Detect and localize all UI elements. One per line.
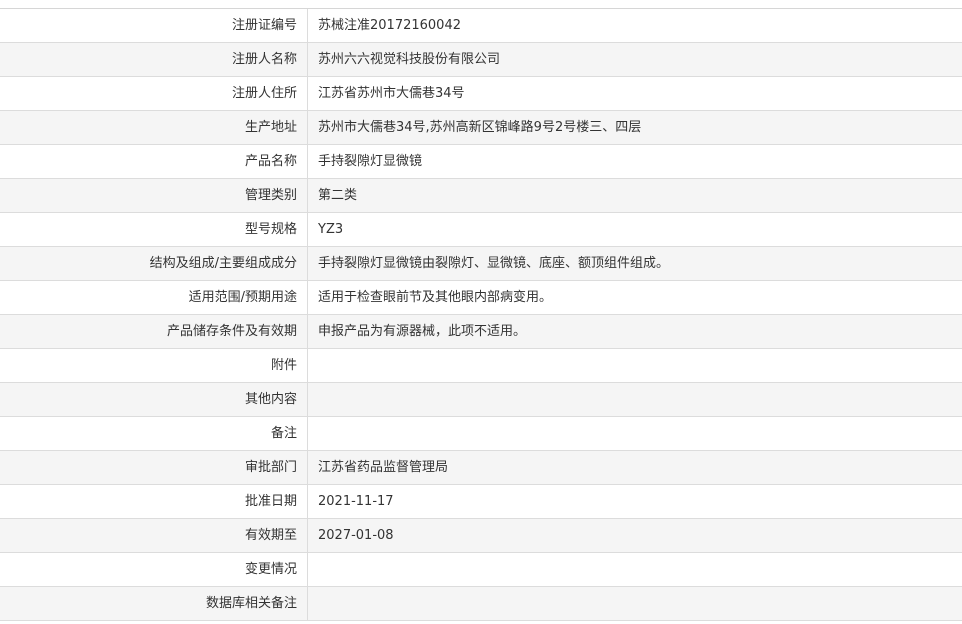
table-row: 变更情况 bbox=[0, 553, 962, 587]
table-row: 其他内容 bbox=[0, 383, 962, 417]
row-label: 批准日期 bbox=[244, 494, 297, 509]
row-label: 产品储存条件及有效期 bbox=[166, 324, 297, 339]
table-row: 结构及组成/主要组成成分 手持裂隙灯显微镜由裂隙灯、显微镜、底座、额顶组件组成。 bbox=[0, 247, 962, 281]
table-row: 审批部门 江苏省药品监督管理局 bbox=[0, 451, 962, 485]
row-label: 型号规格 bbox=[244, 222, 297, 237]
registration-detail-table: 注册证编号 苏械注准20172160042 注册人名称 苏州六六视觉科技股份有限… bbox=[0, 0, 962, 624]
table-row: 附件 bbox=[0, 349, 962, 383]
row-label: 有效期至 bbox=[244, 528, 297, 543]
row-label: 注册人住所 bbox=[231, 86, 297, 101]
row-label: 结构及组成/主要组成成分 bbox=[149, 256, 297, 271]
table-row: 适用范围/预期用途 适用于检查眼前节及其他眼内部病变用。 bbox=[0, 281, 962, 315]
row-value: 适用于检查眼前节及其他眼内部病变用。 bbox=[318, 290, 553, 305]
table-row: 产品储存条件及有效期 申报产品为有源器械，此项不适用。 bbox=[0, 315, 962, 349]
row-value: 手持裂隙灯显微镜由裂隙灯、显微镜、底座、额顶组件组成。 bbox=[318, 256, 670, 271]
row-value bbox=[308, 417, 962, 450]
row-label: 适用范围/预期用途 bbox=[188, 290, 297, 305]
row-label: 产品名称 bbox=[244, 154, 297, 169]
row-label: 审批部门 bbox=[244, 460, 297, 475]
row-label: 其他内容 bbox=[244, 392, 297, 407]
row-label: 变更情况 bbox=[244, 562, 297, 577]
table-row: 有效期至 2027-01-08 bbox=[0, 519, 962, 553]
table-row: 型号规格 YZ3 bbox=[0, 213, 962, 247]
row-value bbox=[308, 349, 962, 382]
row-value bbox=[308, 587, 962, 620]
row-value: 苏械注准20172160042 bbox=[318, 18, 461, 33]
table-row: 管理类别 第二类 bbox=[0, 179, 962, 213]
row-label: 注册证编号 bbox=[231, 18, 297, 33]
row-label: 注册人名称 bbox=[231, 52, 297, 67]
table-row: 生产地址 苏州市大儒巷34号,苏州高新区锦峰路9号2号楼三、四层 bbox=[0, 111, 962, 145]
row-value bbox=[308, 553, 962, 586]
table-row: 批准日期 2021-11-17 bbox=[0, 485, 962, 519]
table-row: 产品名称 手持裂隙灯显微镜 bbox=[0, 145, 962, 179]
table-row: 备注 bbox=[0, 417, 962, 451]
row-label: 数据库相关备注 bbox=[205, 596, 297, 611]
row-label: 管理类别 bbox=[244, 188, 297, 203]
row-value: 申报产品为有源器械，此项不适用。 bbox=[318, 324, 527, 339]
row-label: 备注 bbox=[270, 426, 297, 441]
table-row: 注册人住所 江苏省苏州市大儒巷34号 bbox=[0, 77, 962, 111]
row-value: 手持裂隙灯显微镜 bbox=[318, 154, 423, 169]
row-label: 生产地址 bbox=[244, 120, 297, 135]
row-value: 苏州市大儒巷34号,苏州高新区锦峰路9号2号楼三、四层 bbox=[318, 120, 642, 135]
table-row: 数据库相关备注 bbox=[0, 587, 962, 621]
row-value: 2021-11-17 bbox=[318, 494, 394, 509]
table-rows: 注册证编号 苏械注准20172160042 注册人名称 苏州六六视觉科技股份有限… bbox=[0, 9, 962, 621]
table-row: 注册证编号 苏械注准20172160042 bbox=[0, 9, 962, 43]
row-value: 江苏省苏州市大儒巷34号 bbox=[318, 86, 465, 101]
row-label: 附件 bbox=[270, 358, 297, 373]
row-value: 第二类 bbox=[318, 188, 358, 203]
table-row: 注册人名称 苏州六六视觉科技股份有限公司 bbox=[0, 43, 962, 77]
row-value: 2027-01-08 bbox=[318, 528, 394, 543]
row-value: 江苏省药品监督管理局 bbox=[318, 460, 449, 475]
row-value: YZ3 bbox=[318, 222, 344, 237]
row-value: 苏州六六视觉科技股份有限公司 bbox=[318, 52, 501, 67]
row-value bbox=[308, 383, 962, 416]
